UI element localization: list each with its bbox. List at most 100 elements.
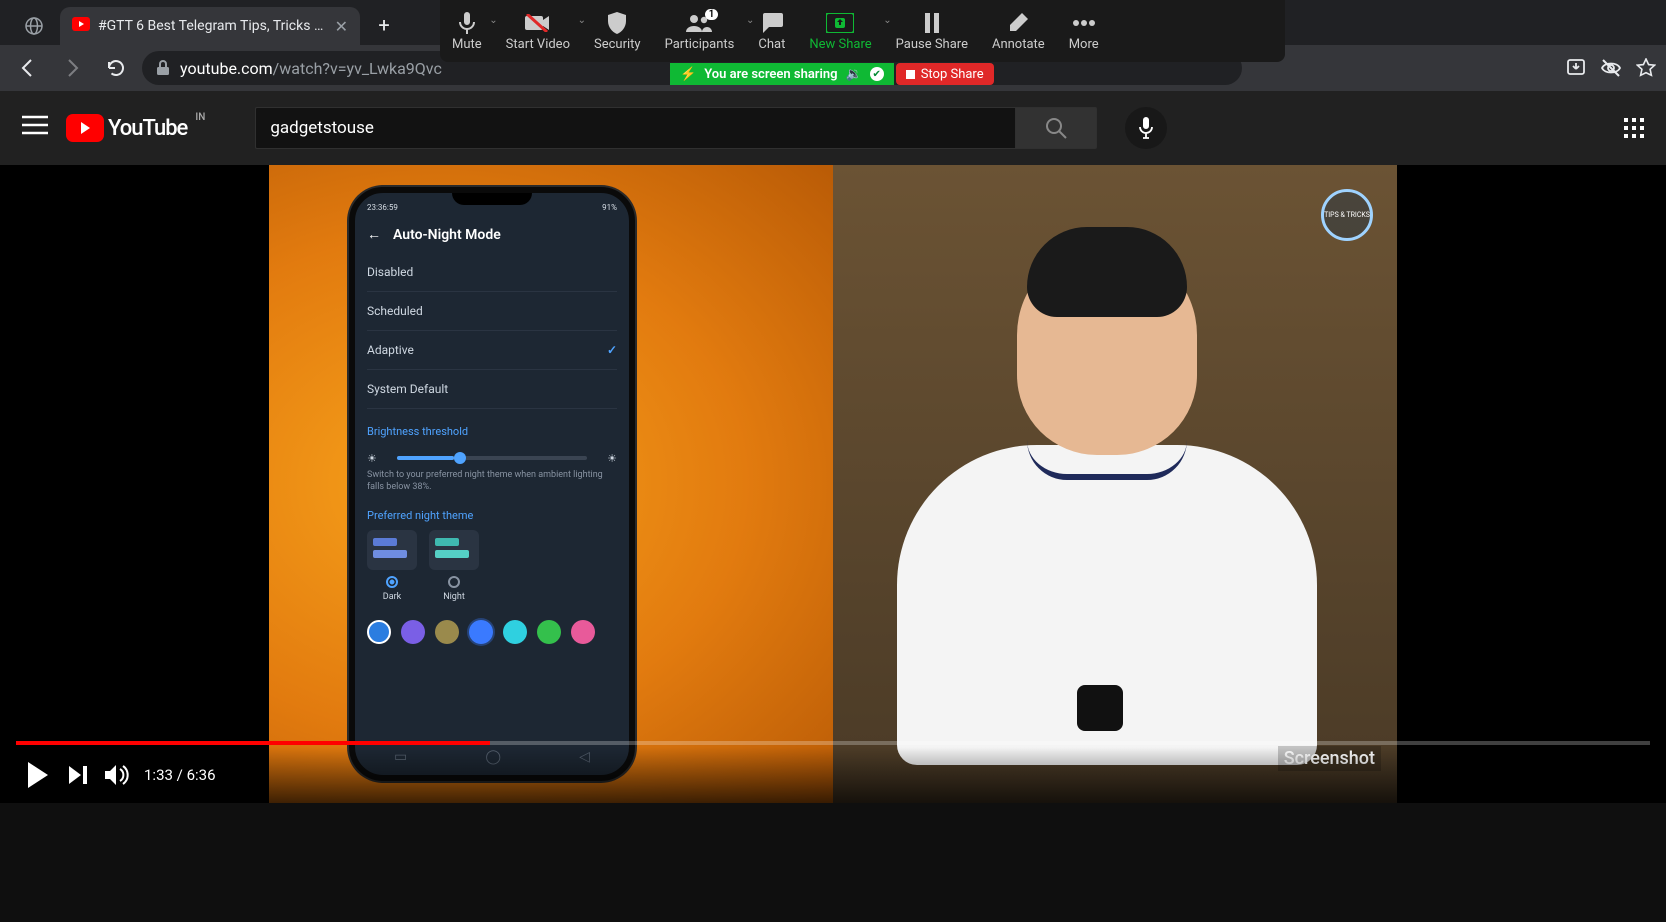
accent-color-2[interactable] [401,620,425,644]
pencil-icon [1008,11,1028,35]
theme-dark-card[interactable]: Dark [367,530,417,602]
volume-button[interactable] [98,755,138,795]
lavalier-mic-icon [1077,685,1123,731]
mic-icon [458,11,476,35]
video-frame[interactable]: TIPS & TRICKS 23:36:59 91% ← Auto-Night … [269,165,1397,803]
zoom-security-button[interactable]: Security [582,7,653,56]
search-button[interactable] [1015,107,1097,149]
zoom-sharing-strip: ⚡ You are screen sharing 🔉 ✔ Stop Share [670,63,994,85]
video-player: TIPS & TRICKS 23:36:59 91% ← Auto-Night … [0,165,1666,803]
youtube-masthead: YouTube IN [0,91,1666,165]
accent-color-3[interactable] [435,620,459,644]
theme-night-card[interactable]: Night [429,530,479,602]
zoom-chat-button[interactable]: Chat [746,7,797,56]
chat-icon [761,11,783,35]
video-presenter [877,245,1337,803]
radio-selected-icon [386,576,398,588]
option-scheduled[interactable]: Scheduled [367,292,617,331]
option-disabled[interactable]: Disabled [367,253,617,292]
accent-color-5[interactable] [503,620,527,644]
sharing-text: You are screen sharing [704,67,837,82]
zoom-newshare-button[interactable]: New Share ⌄ [797,7,883,56]
browser-tab-other[interactable] [8,7,60,45]
new-tab-button[interactable]: + [368,9,400,41]
youtube-wordmark: YouTube [108,116,187,141]
youtube-play-icon [66,114,104,142]
url-text: youtube.com/watch?v=yv_Lwka9Qvc [180,59,442,78]
zoom-annotate-button[interactable]: Annotate [980,7,1057,56]
browser-tab-active[interactable]: #GTT 6 Best Telegram Tips, Tricks an ✕ [60,7,360,45]
share-up-icon [826,11,854,35]
participants-count-badge: 1 [705,9,719,20]
brightness-hint: Switch to your preferred night theme whe… [367,470,617,493]
hamburger-menu-button[interactable] [22,115,48,141]
phone-screen-title: ← Auto-Night Mode [367,226,617,243]
theme-label: Preferred night theme [367,509,617,522]
stop-icon [906,70,915,79]
shield-check-icon[interactable]: ✔ [870,67,884,81]
more-dots-icon [1072,11,1096,35]
zoom-more-button[interactable]: More [1057,7,1111,56]
zoom-video-button[interactable]: Start Video ⌄ [494,7,582,56]
zoom-mute-button[interactable]: Mute ⌄ [440,7,494,56]
zoom-newshare-label: New Share [809,37,871,52]
zoom-stop-share-button[interactable]: Stop Share [896,63,994,85]
shield-icon [607,11,627,35]
nav-back-button[interactable] [10,50,46,86]
accent-color-4[interactable] [469,620,493,644]
lightning-icon: ⚡ [680,67,696,82]
scrubber-played [16,741,490,745]
next-button[interactable] [58,755,98,795]
zoom-chat-label: Chat [758,37,785,52]
youtube-favicon-icon [72,17,90,35]
stop-share-label: Stop Share [921,67,984,82]
sun-high-icon: ☀ [607,452,617,465]
zoom-sharing-indicator: ⚡ You are screen sharing 🔉 ✔ [670,63,894,85]
phone-notch [452,193,532,205]
accent-color-7[interactable] [571,620,595,644]
option-system-default[interactable]: System Default [367,370,617,409]
zoom-more-label: More [1069,37,1099,52]
option-adaptive[interactable]: Adaptive✓ [367,331,617,370]
youtube-search [255,107,1097,149]
zoom-security-label: Security [594,37,641,52]
pause-icon [924,11,940,35]
zoom-participants-button[interactable]: 1 Participants ⌄ [653,7,747,56]
status-time: 23:36:59 [367,203,398,212]
tab-close-icon[interactable]: ✕ [335,17,348,36]
phone-mockup: 23:36:59 91% ← Auto-Night Mode Disabled … [349,187,635,781]
nav-forward-button[interactable] [54,50,90,86]
youtube-country-code: IN [195,112,205,123]
video-timecode: 1:33 / 6:36 [144,766,216,784]
sun-low-icon: ☀ [367,452,377,465]
video-off-icon [525,11,551,35]
search-input[interactable] [255,107,1015,149]
install-app-icon[interactable] [1566,58,1586,78]
back-arrow-icon[interactable]: ← [367,226,381,243]
video-controls: 1:33 / 6:36 [0,747,1666,803]
play-button[interactable] [18,755,58,795]
accent-color-6[interactable] [537,620,561,644]
radio-icon [448,576,460,588]
video-scrubber[interactable] [16,741,1650,745]
brightness-label: Brightness threshold [367,425,617,438]
accent-color-1[interactable] [367,620,391,644]
zoom-mute-label: Mute [452,37,482,52]
speaker-icon[interactable]: 🔉 [846,67,862,82]
status-battery: 91% [602,203,617,212]
zoom-annotate-label: Annotate [992,37,1045,52]
youtube-apps-icon[interactable] [1624,118,1644,138]
zoom-toolbar: Mute ⌄ Start Video ⌄ Security 1 Particip… [440,0,1285,62]
youtube-logo[interactable]: YouTube IN [66,114,187,142]
accent-color-row [367,620,617,644]
brightness-slider[interactable] [397,456,587,460]
zoom-pauseshare-button[interactable]: Pause Share [884,7,980,56]
tab-title: #GTT 6 Best Telegram Tips, Tricks an [98,18,327,34]
incognito-blocked-icon[interactable] [1600,58,1622,78]
bookmark-star-icon[interactable] [1636,58,1656,78]
nav-reload-button[interactable] [98,50,134,86]
check-icon: ✓ [607,343,617,357]
zoom-pauseshare-label: Pause Share [896,37,968,52]
voice-search-button[interactable] [1125,107,1167,149]
channel-watermark[interactable]: TIPS & TRICKS [1321,189,1373,241]
